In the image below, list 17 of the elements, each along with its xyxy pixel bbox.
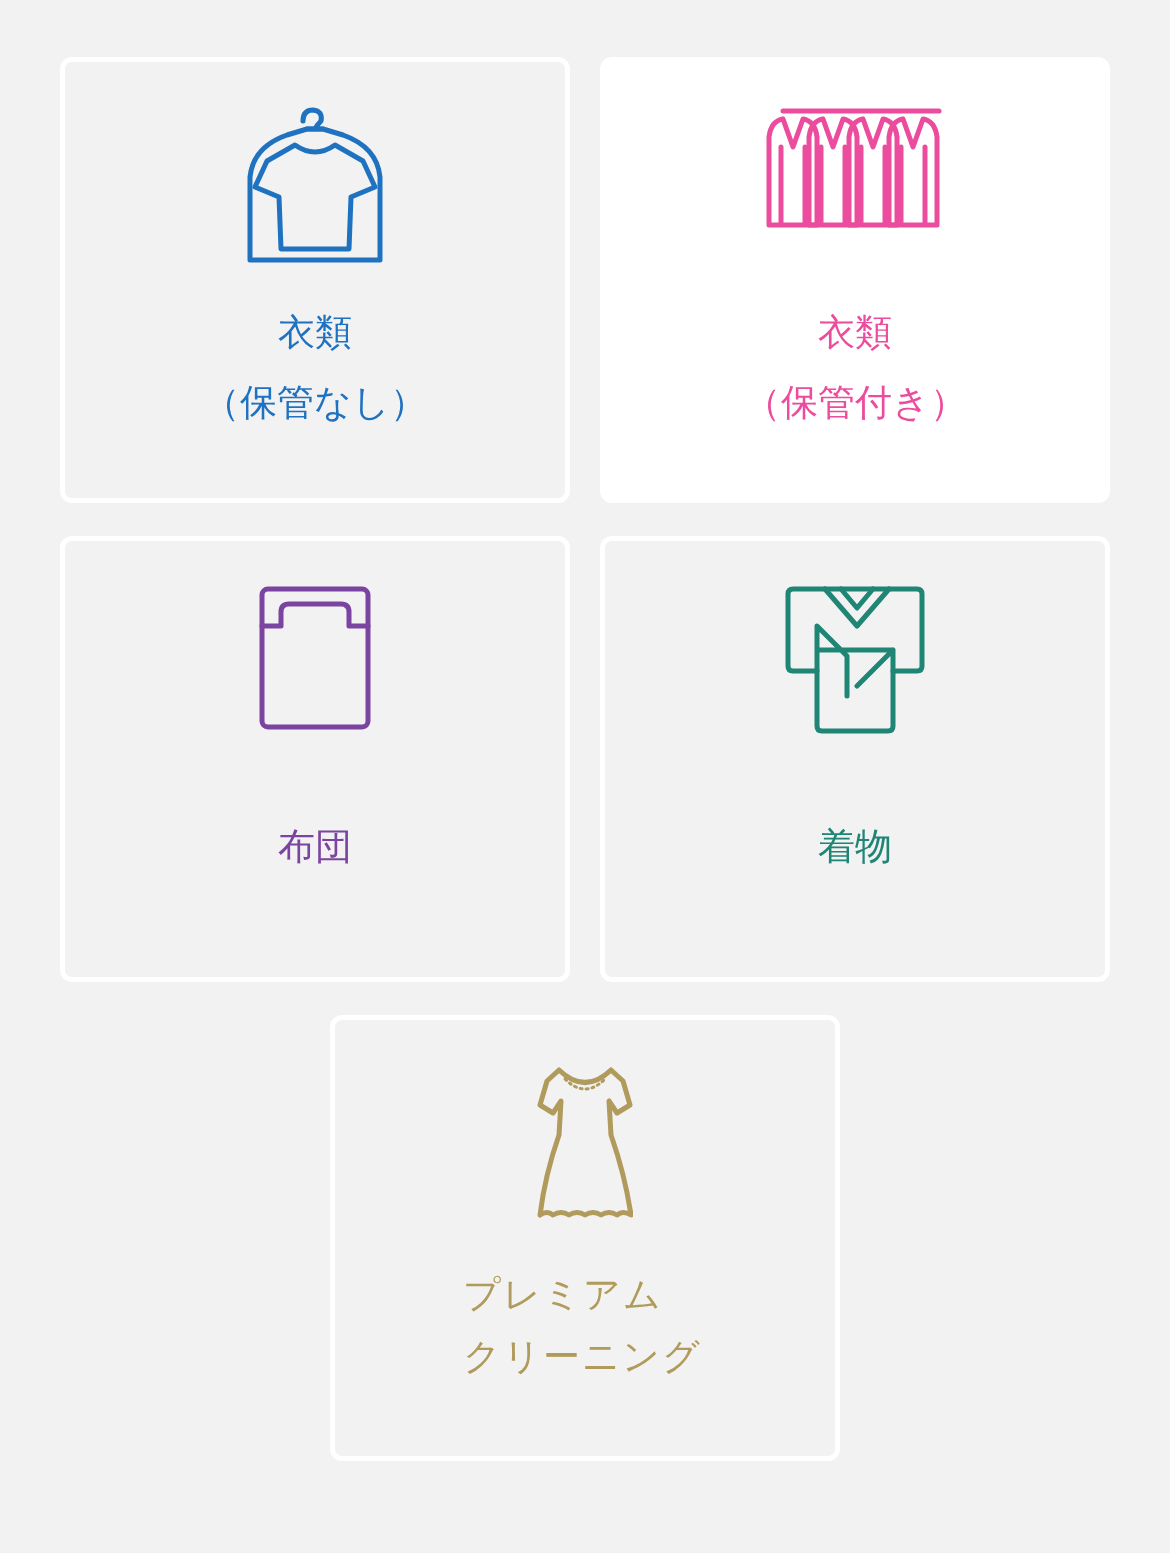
futon-icon [259, 586, 371, 730]
category-card[interactable]: 衣類 （保管付き） [600, 57, 1110, 503]
category-card[interactable]: プレミアム クリーニング [330, 1015, 840, 1461]
category-label: 衣類 [278, 309, 352, 356]
category-label: 衣類 [818, 309, 892, 356]
category-label: クリーニング [463, 1333, 702, 1380]
category-card[interactable]: 布団 [60, 536, 570, 982]
category-card[interactable]: 着物 [600, 536, 1110, 982]
category-card[interactable]: 衣類 （保管なし） [60, 57, 570, 503]
dress-icon [537, 1065, 633, 1219]
shirt-icon [247, 107, 383, 263]
category-label: （保管付き） [743, 379, 967, 426]
category-label: プレミアム [463, 1271, 663, 1318]
category-label: （保管なし） [203, 379, 427, 426]
category-label: 布団 [278, 823, 352, 870]
kimono-icon [785, 586, 925, 734]
category-label: 着物 [818, 823, 892, 870]
